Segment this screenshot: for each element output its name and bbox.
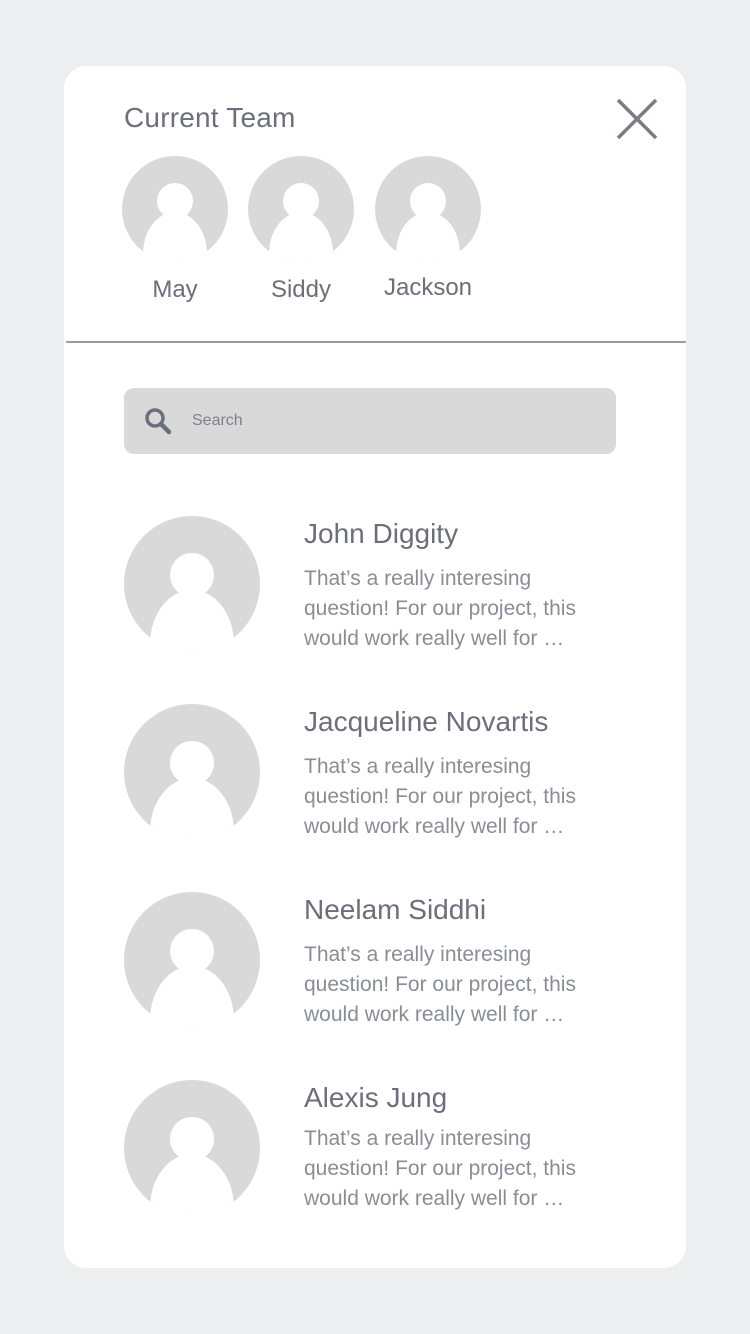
chat-list-item[interactable]: John Diggity That’s a really interesing … xyxy=(124,516,624,656)
search-input[interactable] xyxy=(192,388,602,454)
team-member-siddy[interactable]: Siddy xyxy=(246,156,356,304)
message-preview: That’s a really interesing question! For… xyxy=(304,1127,576,1210)
search-icon xyxy=(145,408,172,435)
chat-list-item[interactable]: Neelam Siddhi That’s a really interesing… xyxy=(124,892,624,1032)
team-member-name: Siddy xyxy=(270,276,332,303)
avatar xyxy=(124,516,260,657)
message-preview: That’s a really interesing question! For… xyxy=(304,755,576,838)
user-avatar-icon xyxy=(122,156,228,262)
search-bar[interactable] xyxy=(124,388,616,454)
team-panel: Current Team May Siddy Jackson Search Jo… xyxy=(64,66,686,1268)
chat-list-item[interactable]: Alexis Jung That’s a really interesing q… xyxy=(124,1080,624,1220)
contact-name: Neelam Siddhi xyxy=(304,894,487,925)
user-avatar-icon xyxy=(248,156,354,262)
team-member-name: May xyxy=(152,276,198,303)
team-member-name: Jackson xyxy=(383,274,473,301)
contact-name: John Diggity xyxy=(304,518,459,549)
contact-name: Jacqueline Novartis xyxy=(304,706,549,737)
avatar xyxy=(120,156,230,262)
user-avatar-icon xyxy=(124,704,260,840)
close-icon xyxy=(616,98,658,140)
avatar xyxy=(124,1080,260,1221)
team-member-jackson[interactable]: Jackson xyxy=(373,156,483,302)
avatar xyxy=(246,156,356,262)
chat-list-item[interactable]: Jacqueline Novartis That’s a really inte… xyxy=(124,704,624,844)
user-avatar-icon xyxy=(124,516,260,652)
divider xyxy=(66,341,686,343)
panel-title: Current Team xyxy=(124,102,296,133)
avatar xyxy=(373,156,483,262)
team-member-may[interactable]: May xyxy=(120,156,230,304)
user-avatar-icon xyxy=(124,892,260,1028)
avatar xyxy=(124,892,260,1033)
user-avatar-icon xyxy=(124,1080,260,1216)
message-preview: That’s a really interesing question! For… xyxy=(304,943,576,1026)
message-preview: That’s a really interesing question! For… xyxy=(304,567,576,650)
contact-name: Alexis Jung xyxy=(304,1082,448,1113)
avatar xyxy=(124,704,260,845)
user-avatar-icon xyxy=(375,156,481,262)
close-button[interactable] xyxy=(614,96,660,142)
